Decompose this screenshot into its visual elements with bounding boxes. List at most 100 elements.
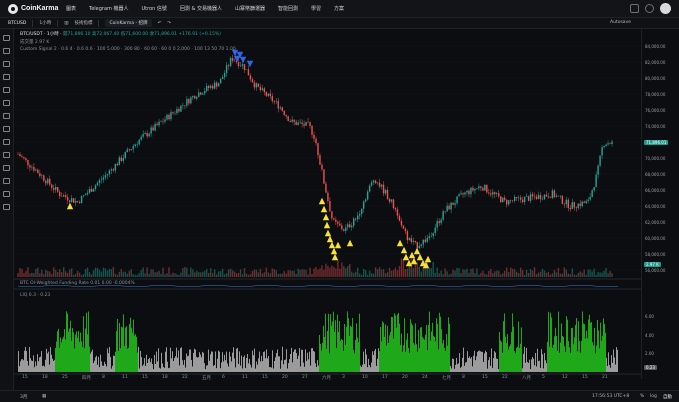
liq-bar — [120, 348, 121, 372]
candle-body — [339, 223, 341, 226]
liq-bar — [561, 323, 562, 372]
price-axis[interactable]: 84,000.00 82,000.00 80,000.00 78,000.00 76,0… — [641, 29, 679, 379]
volume-bar — [384, 273, 387, 277]
buy-signal-marker — [326, 235, 334, 243]
volume-bar — [386, 272, 389, 277]
candle-body — [120, 157, 123, 161]
liq-bar — [295, 349, 296, 372]
autosave-label[interactable]: Autosave — [610, 20, 631, 25]
magnet-icon[interactable] — [3, 165, 10, 171]
chart-type-icon[interactable]: ▥ — [64, 21, 68, 26]
liq-bar — [546, 363, 547, 372]
brush-icon[interactable] — [3, 100, 10, 106]
candle-body — [45, 180, 47, 184]
indicators-button[interactable]: 技術指標 — [74, 20, 92, 26]
volume-bar — [605, 267, 607, 277]
liq-bar — [40, 356, 41, 372]
channel-icon[interactable] — [3, 74, 10, 80]
liq-bar — [59, 347, 60, 372]
candle-body — [94, 185, 97, 190]
ruler-icon[interactable] — [3, 139, 10, 145]
chart-area[interactable]: BTC/USDT · 1小時 · 開71,896.10 高72,067.40 低… — [14, 29, 641, 381]
layout-tab[interactable]: CoinKarma - 招牌 — [105, 19, 152, 27]
candle-body — [208, 85, 210, 88]
candle-body — [309, 122, 311, 126]
nav-item-chart[interactable]: 圖表 — [66, 5, 76, 12]
range-3m[interactable]: 3月 — [20, 394, 27, 400]
lock-icon[interactable] — [3, 178, 10, 184]
liq-bar — [61, 342, 62, 372]
liq-bar — [143, 364, 144, 372]
crosshair-icon[interactable] — [3, 35, 10, 41]
text-icon[interactable] — [3, 113, 10, 119]
nav-item-utron[interactable]: Utron 信號 — [142, 5, 167, 12]
nav-item-backtest[interactable]: 回測 & 交易機器人 — [180, 5, 222, 12]
candle-body — [539, 194, 542, 200]
nav-item-telegram-bot[interactable]: Telegram 機器人 — [89, 5, 129, 12]
candle-body — [470, 187, 472, 195]
percent-toggle[interactable]: % — [640, 394, 644, 399]
liq-bar — [348, 318, 349, 372]
nav-item-smart-backtest[interactable]: 智能回測 — [278, 5, 298, 12]
buy-signal-marker — [324, 229, 332, 237]
liq-bar — [605, 332, 606, 372]
liq-bar — [484, 353, 485, 372]
liq-bar — [378, 348, 379, 372]
volume-bar — [43, 274, 45, 277]
candle-body — [251, 79, 254, 83]
candle-body — [263, 88, 266, 93]
volume-bar — [448, 274, 450, 277]
liq-bar — [463, 347, 464, 372]
volume-bar — [438, 273, 440, 277]
liq-bar — [54, 359, 55, 372]
pattern-icon[interactable] — [3, 126, 10, 132]
liq-bar — [598, 330, 599, 372]
liq-bar — [28, 365, 29, 372]
calendar-icon[interactable]: ▦ — [42, 394, 46, 399]
liq-bar — [57, 331, 58, 372]
candle-body — [301, 122, 303, 124]
buy-signal-marker — [424, 255, 432, 263]
liq-bar — [197, 357, 198, 372]
trendline-icon[interactable] — [3, 48, 10, 54]
volume-bar — [168, 267, 170, 277]
fib-icon[interactable] — [3, 87, 10, 93]
volume-bar — [134, 274, 136, 277]
log-toggle[interactable]: log — [650, 394, 657, 399]
trash-icon[interactable] — [3, 204, 10, 210]
eye-icon[interactable] — [3, 191, 10, 197]
candle-body — [386, 189, 389, 199]
liq-tick-label: 4.00 — [645, 332, 654, 338]
nav-item-learn[interactable]: 學習 — [311, 5, 321, 12]
liq-bar — [293, 351, 294, 372]
volume-bar — [394, 267, 397, 277]
liq-bar — [65, 339, 66, 372]
auto-scale-toggle[interactable]: 自動 — [663, 394, 672, 400]
redo-icon[interactable]: ↷ — [167, 21, 171, 26]
clock-readout[interactable]: 17:56:53 UTC+8 — [592, 394, 629, 399]
liq-bar — [526, 347, 527, 372]
chart-canvas[interactable] — [14, 29, 641, 379]
help-icon[interactable] — [645, 4, 654, 13]
app-logo[interactable]: CoinKarma — [8, 3, 60, 14]
liq-bar — [77, 337, 78, 372]
liq-bar — [154, 354, 155, 372]
liq-bar — [180, 348, 181, 372]
liq-bar — [67, 313, 68, 372]
zoom-icon[interactable] — [3, 152, 10, 158]
undo-icon[interactable]: ↶ — [158, 21, 162, 26]
liq-bar — [66, 311, 67, 372]
notification-icon[interactable] — [630, 4, 639, 13]
nav-item-altcoin-screener[interactable]: 山寨幣篩選器 — [235, 5, 265, 12]
symbol-search[interactable]: BTCUSD — [8, 21, 26, 26]
interval-selector[interactable]: 1小時 — [39, 20, 51, 26]
liq-bar — [144, 358, 145, 372]
user-avatar[interactable] — [660, 3, 671, 14]
liq-bar — [254, 348, 255, 372]
liq-bar — [327, 330, 328, 372]
volume-bar — [136, 274, 138, 277]
volume-bar — [237, 273, 240, 277]
horizontal-line-icon[interactable] — [3, 61, 10, 67]
candle-body — [180, 105, 182, 112]
nav-item-plans[interactable]: 方案 — [334, 5, 344, 12]
